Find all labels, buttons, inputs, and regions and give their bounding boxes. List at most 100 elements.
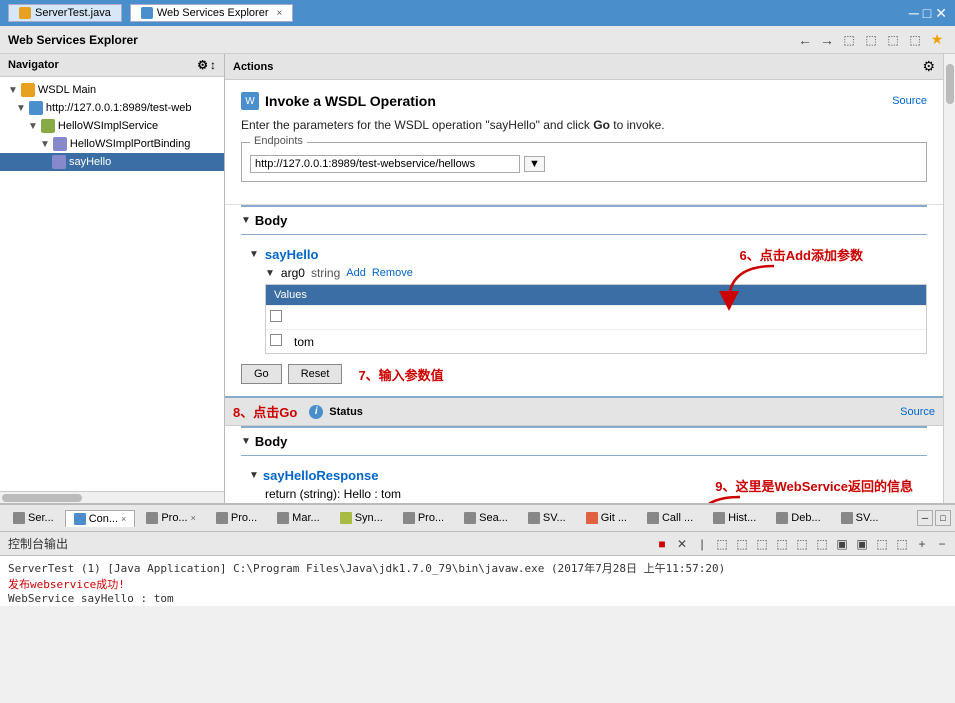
console-btn7[interactable]: ⬚ xyxy=(813,535,831,553)
call-tab-icon xyxy=(647,512,659,524)
tab-sea[interactable]: Sea... xyxy=(455,509,517,527)
tab-server-test[interactable]: ServerTest.java xyxy=(8,4,122,22)
say-hello-link[interactable]: sayHello xyxy=(265,247,318,262)
toolbar-btn1[interactable]: ⬚ xyxy=(839,30,859,50)
maximize-panel-btn[interactable]: □ xyxy=(935,510,951,526)
title-bar: ServerTest.java Web Services Explorer × … xyxy=(0,0,955,26)
navigator-scrollbar[interactable] xyxy=(0,491,224,503)
tab-syn[interactable]: Syn... xyxy=(331,509,392,527)
values-header-label: Values xyxy=(274,289,307,301)
annotation-8: 8、点击Go xyxy=(233,402,297,421)
checkbox-empty[interactable] xyxy=(266,306,286,329)
sv2-tab-label: SV... xyxy=(856,512,879,524)
tab-pro2[interactable]: Pro... xyxy=(207,509,266,527)
checkbox-tom[interactable] xyxy=(266,330,286,353)
reset-button[interactable]: Reset xyxy=(288,364,343,384)
wsdl-operation-section: W Invoke a WSDL Operation Source Enter t… xyxy=(225,80,943,205)
response-label[interactable]: sayHelloResponse xyxy=(263,468,379,483)
actions-settings-icon[interactable]: ⚙ xyxy=(922,58,935,75)
add-link[interactable]: Add xyxy=(346,267,366,279)
tree-item-url[interactable]: ▼ http://127.0.0.1:8989/test-web xyxy=(0,99,224,117)
forward-button[interactable]: → xyxy=(817,30,837,50)
toolbar-title: Web Services Explorer xyxy=(8,33,793,47)
tab-pro1[interactable]: Pro... × xyxy=(137,509,205,527)
console-btn5[interactable]: ⬚ xyxy=(773,535,791,553)
endpoint-dropdown[interactable]: ▼ xyxy=(524,156,545,172)
toolbar-btn4[interactable]: ⬚ xyxy=(905,30,925,50)
maximize-icon[interactable]: □ xyxy=(923,5,931,22)
toolbar-btn2[interactable]: ⬚ xyxy=(861,30,881,50)
minimize-icon[interactable]: ─ xyxy=(909,5,919,22)
scrollbar-thumb[interactable] xyxy=(2,494,82,502)
console-title: 控制台输出 xyxy=(8,535,651,552)
go-button[interactable]: Go xyxy=(241,364,282,384)
tab-call[interactable]: Call ... xyxy=(638,509,702,527)
back-button[interactable]: ← xyxy=(795,30,815,50)
checkbox-icon-empty[interactable] xyxy=(270,310,282,322)
console-tab-close[interactable]: × xyxy=(121,514,126,524)
tab-sv1[interactable]: SV... xyxy=(519,509,575,527)
tree-item-wsdl-main[interactable]: ▼ WSDL Main xyxy=(0,81,224,99)
tree-item-say-hello[interactable]: sayHello xyxy=(0,153,224,171)
remove-link[interactable]: Remove xyxy=(372,267,413,279)
tab-prog[interactable]: Pro... xyxy=(394,509,453,527)
response-body-collapse[interactable]: ▼ xyxy=(241,436,251,447)
pro1-tab-close[interactable]: × xyxy=(191,513,196,523)
console-btn10[interactable]: ⬚ xyxy=(873,535,891,553)
tab-mar[interactable]: Mar... xyxy=(268,509,329,527)
desc-post: " and click xyxy=(536,118,594,132)
nav-icon2[interactable]: ↕ xyxy=(210,58,216,72)
response-collapse[interactable]: ▼ xyxy=(249,470,259,481)
console-btn6[interactable]: ⬚ xyxy=(793,535,811,553)
tab-server[interactable]: Ser... xyxy=(4,509,63,527)
console-btn11[interactable]: ⬚ xyxy=(893,535,911,553)
tree-item-binding[interactable]: ▼ HelloWSImplPortBinding xyxy=(0,135,224,153)
console-btn1[interactable]: | xyxy=(693,535,711,553)
tab-hist[interactable]: Hist... xyxy=(704,509,765,527)
tab-console[interactable]: Con... × xyxy=(65,510,136,527)
clear-btn[interactable]: ✕ xyxy=(673,535,691,553)
response-row: ▼ sayHelloResponse xyxy=(249,464,927,487)
console-btn4[interactable]: ⬚ xyxy=(753,535,771,553)
tab-deb[interactable]: Deb... xyxy=(767,509,829,527)
console-btn2[interactable]: ⬚ xyxy=(713,535,731,553)
status-source-link[interactable]: Source xyxy=(900,406,935,418)
nav-icon1[interactable]: ⚙ xyxy=(197,58,208,72)
checkbox-icon-tom[interactable] xyxy=(270,334,282,346)
url-toggle: ▼ xyxy=(16,103,26,114)
deb-tab-label: Deb... xyxy=(791,512,820,524)
response-body-title: Body xyxy=(255,434,288,449)
tab-web-services[interactable]: Web Services Explorer × xyxy=(130,4,294,22)
console-btn3[interactable]: ⬚ xyxy=(733,535,751,553)
console-btn12[interactable]: + xyxy=(913,535,931,553)
wsdl-main-icon xyxy=(21,83,35,97)
scrollbar-thumb-v[interactable] xyxy=(946,64,954,104)
tab-git[interactable]: Git ... xyxy=(577,509,636,527)
stop-btn[interactable]: ■ xyxy=(653,535,671,553)
body-collapse-arrow[interactable]: ▼ xyxy=(241,215,251,226)
console-btn8[interactable]: ▣ xyxy=(833,535,851,553)
binding-icon xyxy=(53,137,67,151)
main-toolbar: Web Services Explorer ← → ⬚ ⬚ ⬚ ⬚ ★ xyxy=(0,26,955,54)
console-btn13[interactable]: − xyxy=(933,535,951,553)
minimize-panel-btn[interactable]: ─ xyxy=(917,510,933,526)
service-icon xyxy=(41,119,55,133)
toolbar-btn3[interactable]: ⬚ xyxy=(883,30,903,50)
tom-cell[interactable] xyxy=(286,332,926,352)
tom-input[interactable] xyxy=(294,335,918,349)
console-btn9[interactable]: ▣ xyxy=(853,535,871,553)
wsdl-source-link[interactable]: Source xyxy=(892,95,927,107)
close-icon[interactable]: ✕ xyxy=(935,5,947,22)
values-table: Values xyxy=(265,284,927,354)
web-services-icon xyxy=(141,7,153,19)
tab-web-services-close[interactable]: × xyxy=(276,8,282,19)
tab-sv2[interactable]: SV... xyxy=(832,509,888,527)
say-hello-collapse[interactable]: ▼ xyxy=(249,249,259,260)
tree-item-service[interactable]: ▼ HelloWSImplService xyxy=(0,117,224,135)
favorites-button[interactable]: ★ xyxy=(927,30,947,50)
scrollbar-track xyxy=(944,54,955,503)
arg0-collapse[interactable]: ▼ xyxy=(265,268,275,279)
actions-scrollbar[interactable] xyxy=(943,54,955,503)
endpoint-input[interactable] xyxy=(250,155,520,173)
wsdl-main-toggle: ▼ xyxy=(8,85,18,96)
